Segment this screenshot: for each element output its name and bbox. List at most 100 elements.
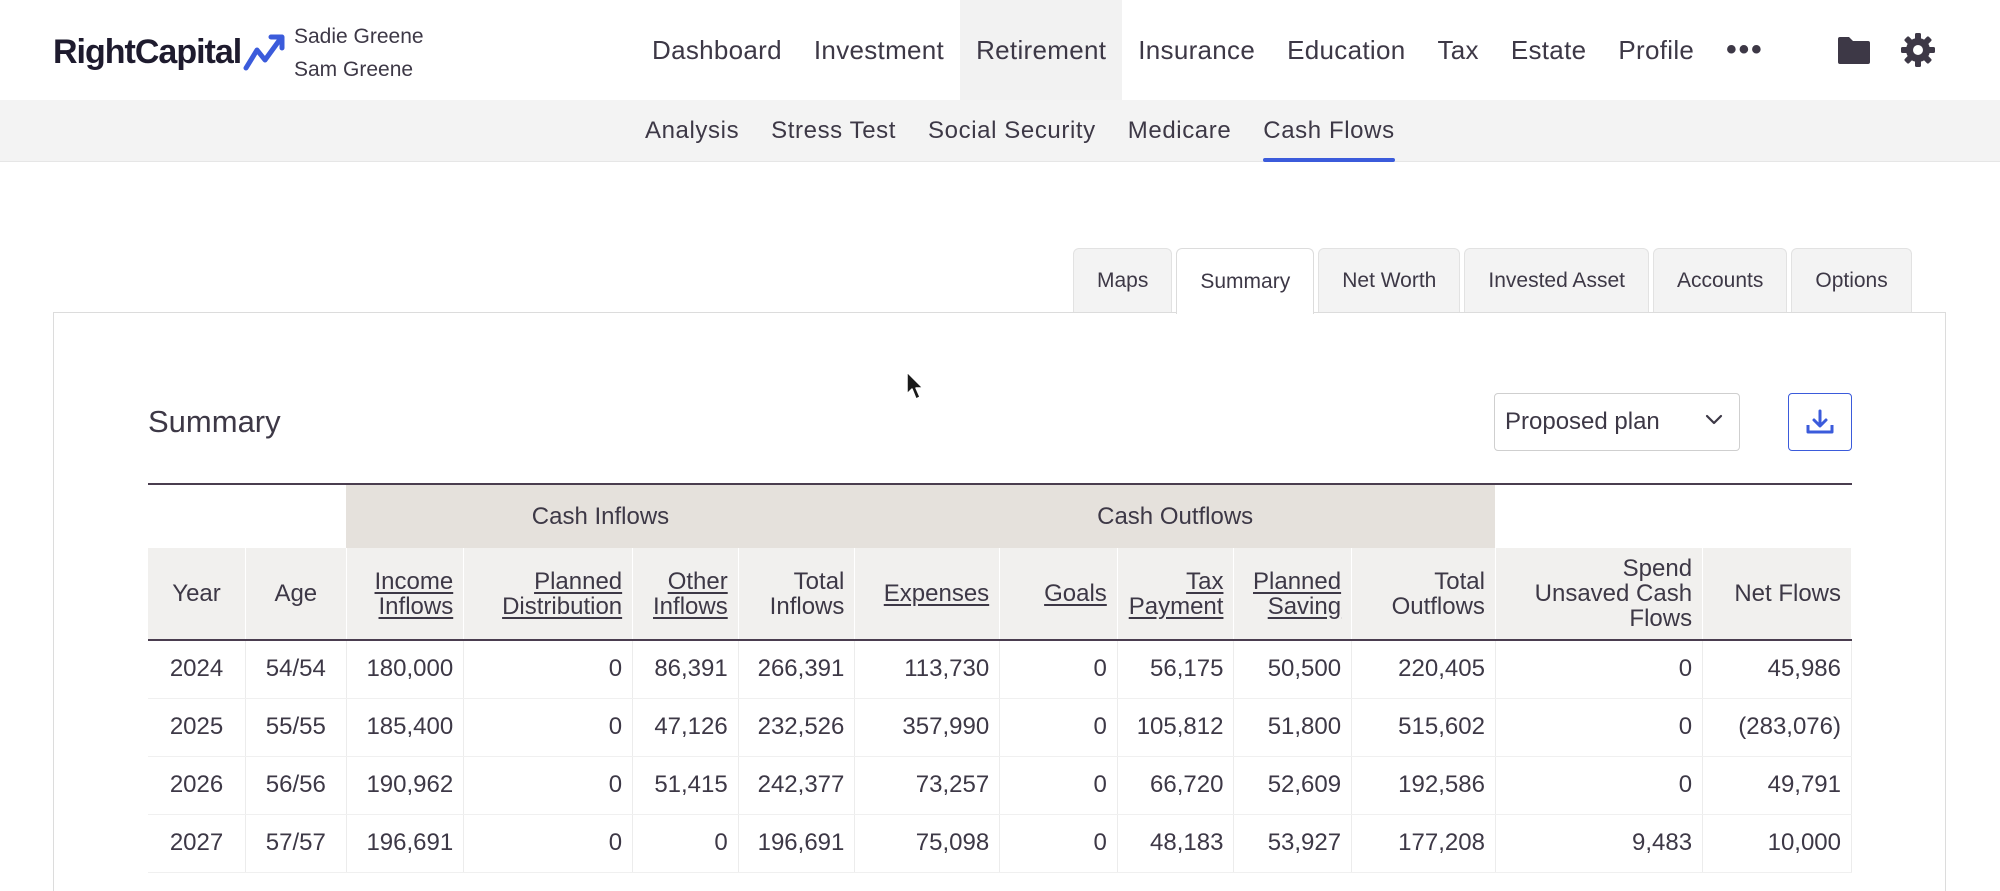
more-menu-icon[interactable]: ••• [1710,0,1780,100]
tab-summary[interactable]: Summary [1176,248,1315,314]
plan-select-value: Proposed plan [1505,408,1660,435]
cell-expenses: 73,257 [854,756,1001,815]
column-header-label: Outflows [1391,592,1485,620]
cell-net: 45,986 [1702,640,1852,699]
cash-flow-summary-table: Cash Inflows Cash Outflows Year Age Income… [148,483,1852,873]
cell-total_out: 192,586 [1351,756,1496,815]
column-header-age: Age [245,548,347,641]
cell-year: 2025 [148,698,247,757]
table-row: 2026 56/56 190,962 0 51,415 242,377 73,257 0 66,… [148,756,1852,815]
nav-estate[interactable]: Estate [1495,0,1603,100]
column-header-label: Inflows [769,592,845,620]
gear-icon[interactable] [1898,30,1938,70]
column-header-expenses[interactable]: Expenses [854,548,1001,641]
column-header-label: Year [172,580,221,607]
cell-spend: 0 [1495,640,1704,699]
cell-spend: 9,483 [1495,814,1704,873]
cell-income: 196,691 [346,814,465,873]
tab-accounts[interactable]: Accounts [1652,248,1788,312]
cell-total_in: 232,526 [738,698,856,757]
cell-other: 51,415 [632,756,739,815]
column-header-year: Year [148,548,247,641]
client-name-primary: Sadie Greene [294,25,424,48]
cell-total_out: 515,602 [1351,698,1496,757]
cell-spend: 0 [1495,756,1704,815]
nav-dashboard[interactable]: Dashboard [636,0,798,100]
cell-total_in: 266,391 [738,640,856,699]
cell-goals: 0 [999,640,1118,699]
cell-total_in: 242,377 [738,756,856,815]
column-header-label: Goals [1044,580,1107,607]
cell-total_out: 220,405 [1351,640,1496,699]
tab-invested-asset[interactable]: Invested Asset [1464,248,1649,312]
folder-icon[interactable] [1834,30,1874,70]
column-header-label: Total [793,567,845,595]
column-header-other[interactable]: Other Inflows [632,548,739,641]
group-header-blank-right [1495,483,1852,548]
main-nav: Dashboard Investment Retirement Insuranc… [636,0,1780,100]
cell-net: 49,791 [1702,756,1852,815]
cell-net: (283,076) [1702,698,1852,757]
subnav-cash-flows[interactable]: Cash Flows [1247,100,1410,162]
cell-age: 55/55 [245,698,347,757]
column-header-goals[interactable]: Goals [999,548,1118,641]
cell-year: 2027 [148,814,247,873]
cell-goals: 0 [999,814,1118,873]
cell-tax: 56,175 [1117,640,1235,699]
trend-arrow-icon [243,34,285,71]
client-names[interactable]: Sadie Greene Sam Greene [294,20,424,86]
cell-age: 56/56 [245,756,347,815]
cell-saving: 50,500 [1233,640,1353,699]
cell-planned_dist: 0 [463,814,634,873]
nav-retirement[interactable]: Retirement [960,0,1123,100]
nav-profile[interactable]: Profile [1602,0,1710,100]
download-icon [1806,409,1834,434]
subnav-analysis[interactable]: Analysis [629,100,755,162]
cell-income: 180,000 [346,640,465,699]
cell-income: 190,962 [346,756,465,815]
download-button[interactable] [1788,393,1852,451]
group-header-cash-inflows: Cash Inflows [346,483,855,548]
column-header-income[interactable]: Income Inflows [346,548,465,641]
cell-spend: 0 [1495,698,1704,757]
column-header-saving[interactable]: Planned Saving [1233,548,1353,641]
cell-age: 54/54 [245,640,347,699]
cell-expenses: 113,730 [854,640,1001,699]
tab-net-worth[interactable]: Net Worth [1318,248,1461,312]
chevron-down-icon [1705,414,1723,425]
nav-insurance[interactable]: Insurance [1122,0,1271,100]
cell-total_out: 177,208 [1351,814,1496,873]
tab-maps[interactable]: Maps [1073,248,1173,312]
column-header-label: Income [374,567,454,595]
cell-goals: 0 [999,698,1118,757]
nav-tax[interactable]: Tax [1421,0,1494,100]
table-body: 2024 54/54 180,000 0 86,391 266,391 113,730 0 56… [148,640,1852,873]
client-name-spouse: Sam Greene [294,58,414,81]
column-header-spend: Spend Unsaved Cash Flows [1495,548,1704,641]
subnav-stress-test[interactable]: Stress Test [755,100,912,162]
cell-tax: 48,183 [1117,814,1235,873]
column-header-label: Saving [1267,592,1342,620]
column-header-total_out: Total Outflows [1351,548,1496,641]
column-header-label: Expenses [883,580,990,607]
column-header-planned_dist[interactable]: Planned Distribution [463,548,634,641]
group-header-cash-outflows: Cash Outflows [854,483,1496,548]
section-title: Summary [148,404,281,439]
cell-planned_dist: 0 [463,756,634,815]
cell-planned_dist: 0 [463,698,634,757]
cell-year: 2024 [148,640,247,699]
plan-select[interactable]: Proposed plan [1494,393,1740,451]
cell-expenses: 357,990 [854,698,1001,757]
subnav-medicare[interactable]: Medicare [1112,100,1248,162]
column-header-label: Tax [1186,567,1224,595]
subnav-social-security[interactable]: Social Security [912,100,1112,162]
table-row: 2025 55/55 185,400 0 47,126 232,526 357,990 0 10… [148,698,1852,757]
nav-education[interactable]: Education [1271,0,1421,100]
brand-logo[interactable]: RightCapital [53,30,287,74]
nav-investment[interactable]: Investment [798,0,960,100]
column-header-tax[interactable]: Tax Payment [1117,548,1235,641]
tab-options[interactable]: Options [1791,248,1912,312]
cell-other: 86,391 [632,640,739,699]
table-row: 2027 57/57 196,691 0 0 196,691 75,098 0 48,183 53… [148,814,1852,873]
cell-total_in: 196,691 [738,814,856,873]
